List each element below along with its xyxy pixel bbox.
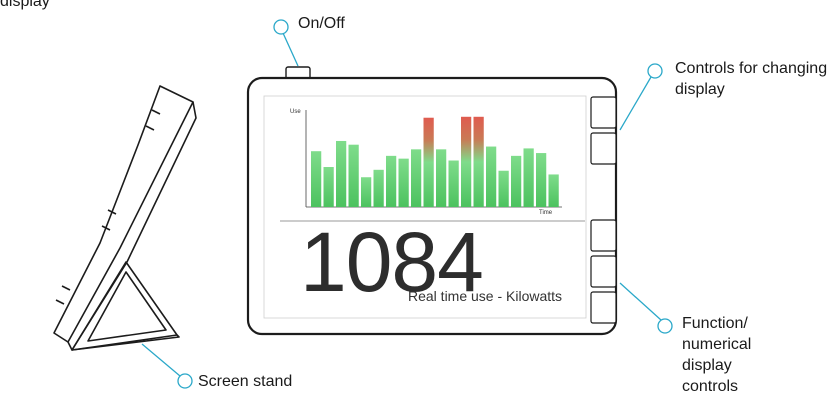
side-device-buttons bbox=[55, 109, 161, 305]
circle-ring-icon bbox=[647, 63, 663, 79]
side-button-5 bbox=[590, 291, 617, 324]
chart-bar bbox=[498, 170, 509, 207]
callout-line-onoff bbox=[282, 32, 299, 67]
chart-bar bbox=[548, 174, 559, 207]
chart-bar bbox=[386, 155, 397, 207]
side-button-3 bbox=[590, 219, 617, 252]
side-view-device bbox=[53, 85, 197, 351]
chart-ylabel: Use bbox=[290, 109, 301, 115]
side-device-back bbox=[67, 101, 197, 351]
chart-bar-peak bbox=[473, 116, 484, 207]
circle-ring-icon bbox=[273, 19, 289, 35]
chart-bar bbox=[398, 158, 409, 207]
chart-bar bbox=[361, 177, 372, 207]
callout-line-controls bbox=[619, 76, 652, 131]
circle-ring-icon bbox=[177, 373, 193, 389]
callout-onoff: On/Off bbox=[298, 15, 345, 32]
chart-bar bbox=[323, 167, 334, 207]
callout-line-stand bbox=[141, 343, 181, 377]
callout-function-controls: Function/ numerical display controls bbox=[682, 315, 752, 395]
chart-bar bbox=[436, 149, 447, 207]
chart-bar bbox=[511, 155, 522, 207]
chart-bar bbox=[536, 153, 547, 207]
chart-bar bbox=[373, 169, 384, 207]
chart-bar bbox=[336, 140, 347, 207]
chart-xlabel: Time bbox=[539, 210, 553, 216]
chart-bar-peak bbox=[423, 117, 434, 207]
reading-caption: Real time use - Kilowatts bbox=[408, 288, 563, 304]
circle-ring-icon bbox=[657, 318, 673, 334]
callout-line-function bbox=[619, 282, 662, 321]
side-button-1 bbox=[590, 96, 617, 129]
chart-bar bbox=[448, 160, 459, 207]
chart-bar bbox=[348, 144, 359, 207]
side-device-front bbox=[53, 85, 194, 343]
chart-bar bbox=[486, 146, 497, 207]
callout-controls-display: Controls for changing display bbox=[675, 60, 828, 98]
side-button-4 bbox=[590, 255, 617, 288]
callout-screen-stand: Screen stand bbox=[198, 373, 293, 390]
chart-bar bbox=[523, 148, 534, 207]
chart-bar bbox=[411, 149, 422, 207]
chart-bar bbox=[311, 151, 322, 207]
diagram-stage: display Use Time 1084 Real time use - Ki… bbox=[0, 0, 837, 413]
side-button-2 bbox=[590, 132, 617, 165]
chart-bar-peak bbox=[461, 116, 472, 207]
